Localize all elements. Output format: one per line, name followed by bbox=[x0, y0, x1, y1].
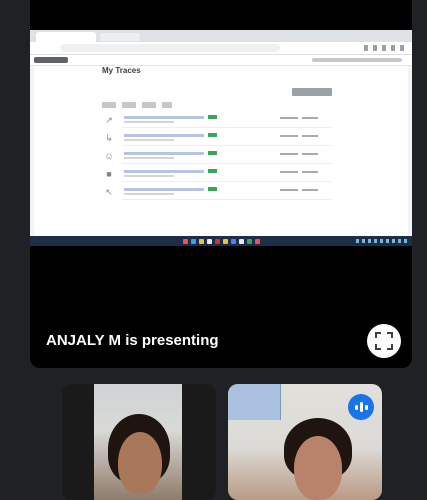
browser-tab-inactive bbox=[100, 33, 140, 41]
trace-row: ☺ bbox=[102, 150, 332, 164]
browser-address-bar bbox=[30, 42, 412, 55]
app-navbar bbox=[30, 55, 412, 66]
trace-row: ↖ bbox=[102, 186, 332, 200]
trace-row: ■ bbox=[102, 168, 332, 182]
fullscreen-button[interactable] bbox=[367, 324, 401, 358]
people-icon: ☺ bbox=[104, 151, 114, 161]
browser-toolbar-icons bbox=[364, 45, 404, 51]
trace-row: ↗ bbox=[102, 114, 332, 128]
app-nav-links bbox=[312, 58, 402, 62]
participant-video bbox=[94, 384, 182, 500]
cursor-icon: ↖ bbox=[105, 187, 113, 197]
arrow-icon: ↗ bbox=[105, 115, 113, 125]
taskbar-tray bbox=[356, 239, 408, 243]
os-taskbar bbox=[30, 236, 412, 246]
background-poster bbox=[228, 384, 281, 420]
car-icon: ■ bbox=[106, 169, 112, 179]
url-field bbox=[60, 44, 280, 52]
fullscreen-icon bbox=[375, 332, 393, 350]
presenting-label: ANJALY M is presenting bbox=[46, 332, 219, 349]
app-logo bbox=[34, 57, 68, 63]
chart-icon: ↳ bbox=[105, 133, 113, 143]
participant-tile[interactable] bbox=[228, 384, 382, 500]
page-filter-tabs bbox=[102, 102, 172, 108]
page-title: My Traces bbox=[102, 66, 141, 75]
presentation-tile[interactable]: My Traces ↗ ↳ ☺ ■ ↖ ANJALY M is presenti… bbox=[30, 0, 412, 368]
participant-tile[interactable] bbox=[62, 384, 216, 500]
page-action-button bbox=[292, 88, 332, 96]
browser-tab bbox=[36, 32, 96, 42]
browser-tab-bar bbox=[30, 30, 412, 42]
shared-screen-content: My Traces ↗ ↳ ☺ ■ ↖ bbox=[30, 30, 412, 246]
trace-row: ↳ bbox=[102, 132, 332, 146]
speaking-indicator-icon bbox=[348, 394, 374, 420]
